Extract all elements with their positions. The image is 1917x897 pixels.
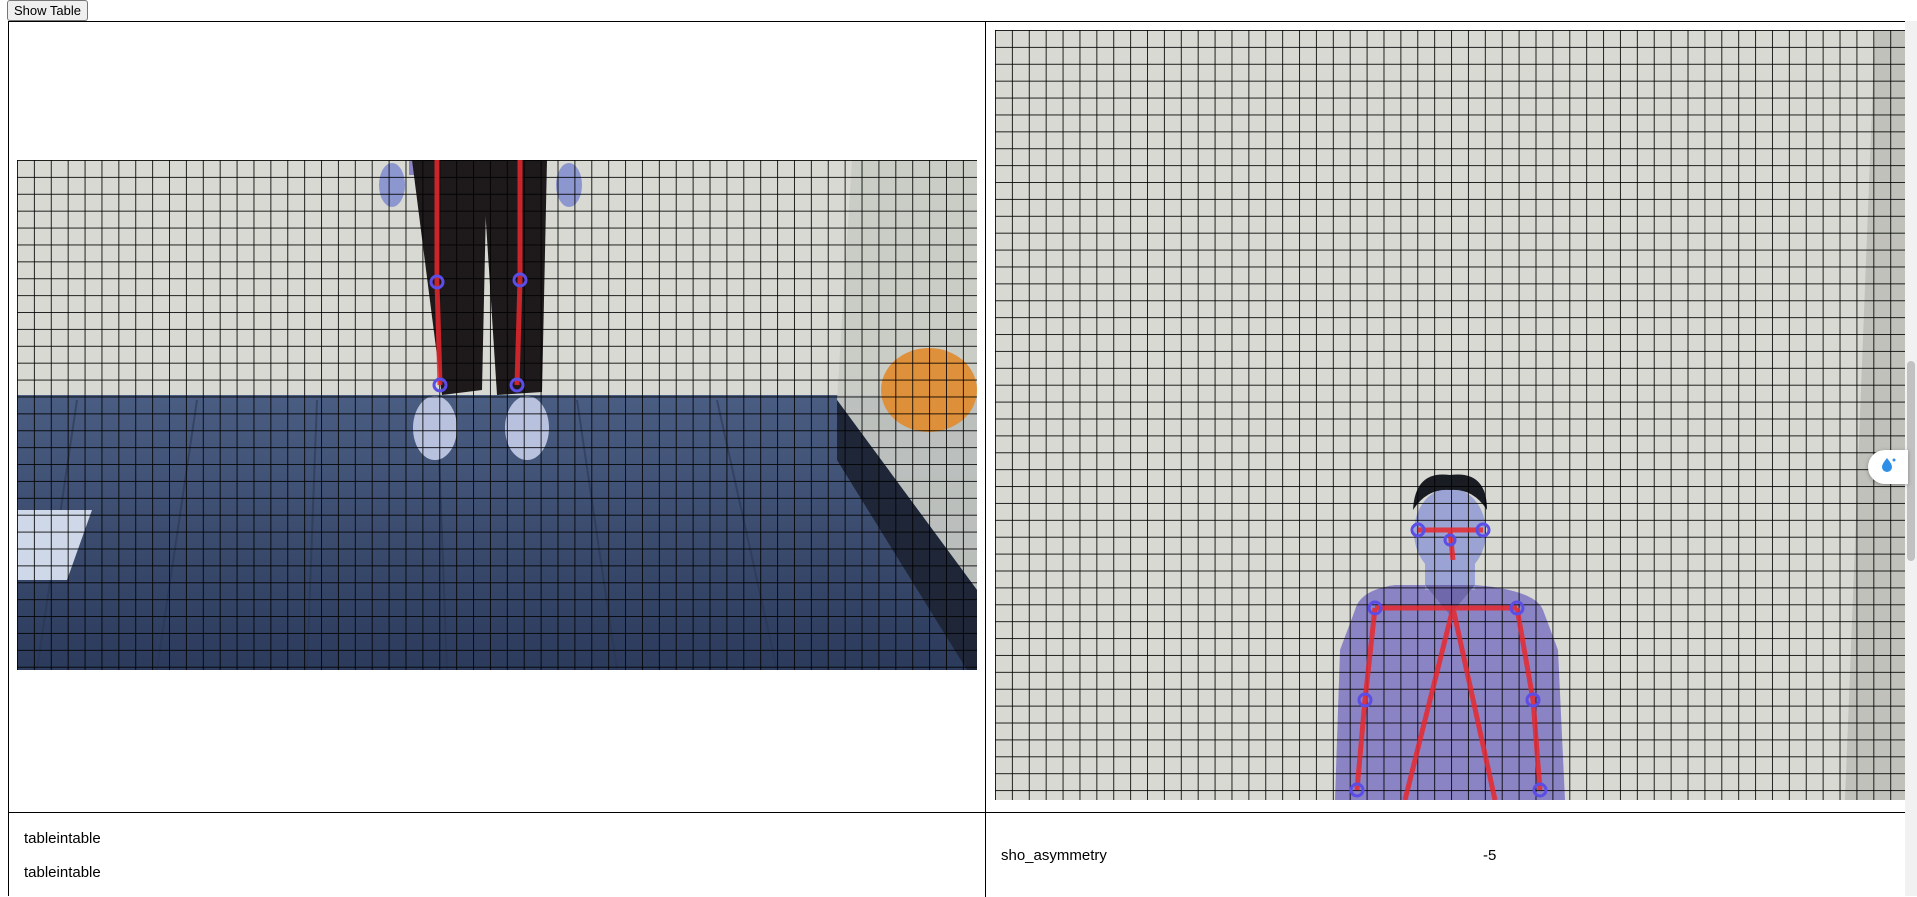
water-drop-icon: [1878, 455, 1898, 480]
results-table: tableintable tableintable sho_asymmetry …: [8, 21, 1906, 897]
metric-label: sho_asymmetry: [1001, 847, 1107, 864]
upper-body-skeleton: [1349, 522, 1548, 800]
lower-body-photo: [17, 160, 977, 670]
upper-body-photo: [995, 30, 1906, 800]
lower-body-skeleton: [429, 160, 528, 393]
left-row-label-2: tableintable: [24, 864, 101, 881]
show-table-button[interactable]: Show Table: [7, 0, 88, 21]
scrollbar-thumb[interactable]: [1907, 361, 1915, 561]
column-divider: [985, 22, 986, 897]
left-row-label-1: tableintable: [24, 830, 101, 847]
metric-value: -5: [1483, 847, 1497, 864]
floating-action-button[interactable]: [1868, 450, 1908, 484]
row-divider: [9, 812, 1906, 813]
